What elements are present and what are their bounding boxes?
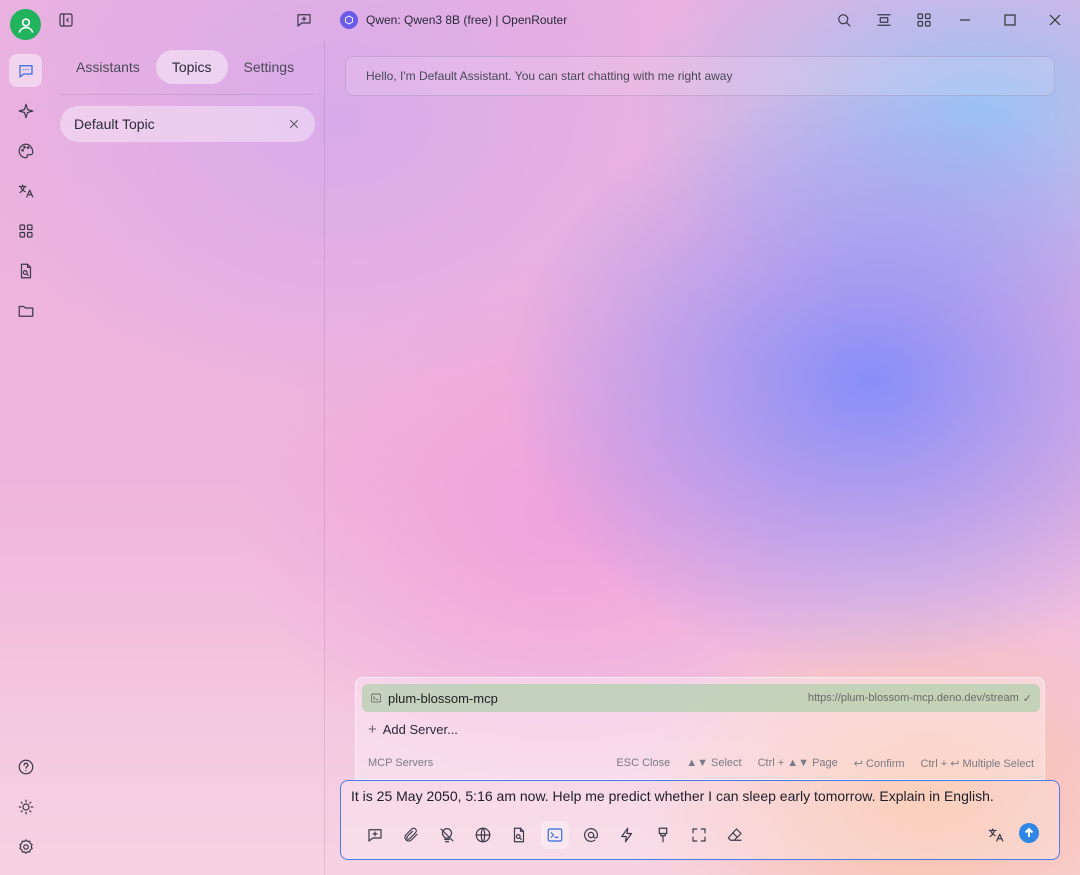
openrouter-logo-icon <box>340 11 358 29</box>
grid-view-icon[interactable] <box>912 8 936 32</box>
mcp-server-popup: plum-blossom-mcp https://plum-blossom-mc… <box>355 677 1045 780</box>
check-icon: ✓ <box>1022 692 1032 705</box>
knowledge-file-icon[interactable] <box>505 821 533 849</box>
mcp-section-label: MCP Servers <box>368 757 434 769</box>
fullscreen-icon[interactable] <box>685 821 713 849</box>
message-input[interactable]: It is 25 May 2050, 5:16 am now. Help me … <box>351 788 994 804</box>
add-server-button[interactable]: + Add Server... <box>368 720 458 738</box>
folder-icon[interactable] <box>9 294 42 327</box>
model-title[interactable]: Qwen: Qwen3 8B (free) | OpenRouter <box>340 10 567 30</box>
mcp-footer: MCP Servers ESC Close ▲▼ Select Ctrl + ▲… <box>368 755 1034 771</box>
mcp-server-url: https://plum-blossom-mcp.deno.dev/stream <box>807 692 1019 704</box>
mcp-server-name: plum-blossom-mcp <box>388 690 498 706</box>
hint-confirm: ↩ Confirm <box>853 757 905 770</box>
lightning-icon[interactable] <box>613 821 641 849</box>
attachment-icon[interactable] <box>397 821 425 849</box>
settings-gear-icon[interactable] <box>9 830 42 863</box>
mention-at-icon[interactable] <box>577 821 605 849</box>
translate-icon[interactable] <box>982 821 1010 849</box>
message-input-box[interactable]: It is 25 May 2050, 5:16 am now. Help me … <box>340 780 1060 860</box>
send-button[interactable] <box>1019 823 1039 843</box>
mcp-terminal-icon[interactable] <box>541 821 569 849</box>
topic-item[interactable]: Default Topic <box>60 106 315 142</box>
collapse-sidebar-icon[interactable] <box>54 8 78 32</box>
add-server-label: Add Server... <box>382 721 458 737</box>
arrow-up-icon <box>1024 827 1034 837</box>
lightbulb-off-icon[interactable] <box>433 821 461 849</box>
title-bar: Qwen: Qwen3 8B (free) | OpenRouter <box>0 0 1080 40</box>
window-title: Qwen: Qwen3 8B (free) | OpenRouter <box>366 13 568 27</box>
tab-topics[interactable]: Topics <box>155 50 228 84</box>
layout-toggle-icon[interactable] <box>872 8 896 32</box>
terminal-icon <box>370 692 382 704</box>
sparkle-icon[interactable] <box>9 94 42 127</box>
sidebar-tabs: Assistants Topics Settings <box>60 50 314 84</box>
keyboard-hints: ESC Close ▲▼ Select Ctrl + ▲▼ Page ↩ Con… <box>616 757 1034 770</box>
tab-settings[interactable]: Settings <box>228 50 311 84</box>
chat-icon[interactable] <box>9 54 42 87</box>
close-window-icon[interactable] <box>1032 6 1078 34</box>
web-search-globe-icon[interactable] <box>469 821 497 849</box>
assistant-greeting: Hello, I'm Default Assistant. You can st… <box>345 56 1055 96</box>
mcp-server-item[interactable]: plum-blossom-mcp https://plum-blossom-mc… <box>362 684 1040 712</box>
theme-toggle-icon[interactable] <box>9 790 42 823</box>
close-icon[interactable] <box>287 117 301 131</box>
tab-assistants[interactable]: Assistants <box>60 50 156 84</box>
palette-icon[interactable] <box>9 134 42 167</box>
hint-page: Ctrl + ▲▼ Page <box>757 756 838 769</box>
left-rail <box>0 0 50 875</box>
plus-icon: + <box>368 720 377 738</box>
new-topic-icon[interactable] <box>292 8 316 32</box>
search-icon[interactable] <box>832 8 856 32</box>
sidebar: Assistants Topics Settings Default Topic <box>50 40 325 875</box>
new-topic-icon[interactable] <box>361 821 389 849</box>
file-search-icon[interactable] <box>9 254 42 287</box>
paintbrush-icon[interactable] <box>649 821 677 849</box>
maximize-icon[interactable] <box>987 6 1033 34</box>
topic-label: Default Topic <box>74 116 155 132</box>
apps-grid-icon[interactable] <box>9 214 42 247</box>
minimize-icon[interactable] <box>942 6 988 34</box>
tabs-divider <box>60 94 314 95</box>
hint-select: ▲▼ Select <box>686 756 742 769</box>
eraser-icon[interactable] <box>721 821 749 849</box>
hint-close: ESC Close <box>616 756 671 769</box>
help-icon[interactable] <box>9 750 42 783</box>
translate-icon[interactable] <box>9 174 42 207</box>
hint-multi-select: Ctrl + ↩ Multiple Select <box>920 757 1034 770</box>
